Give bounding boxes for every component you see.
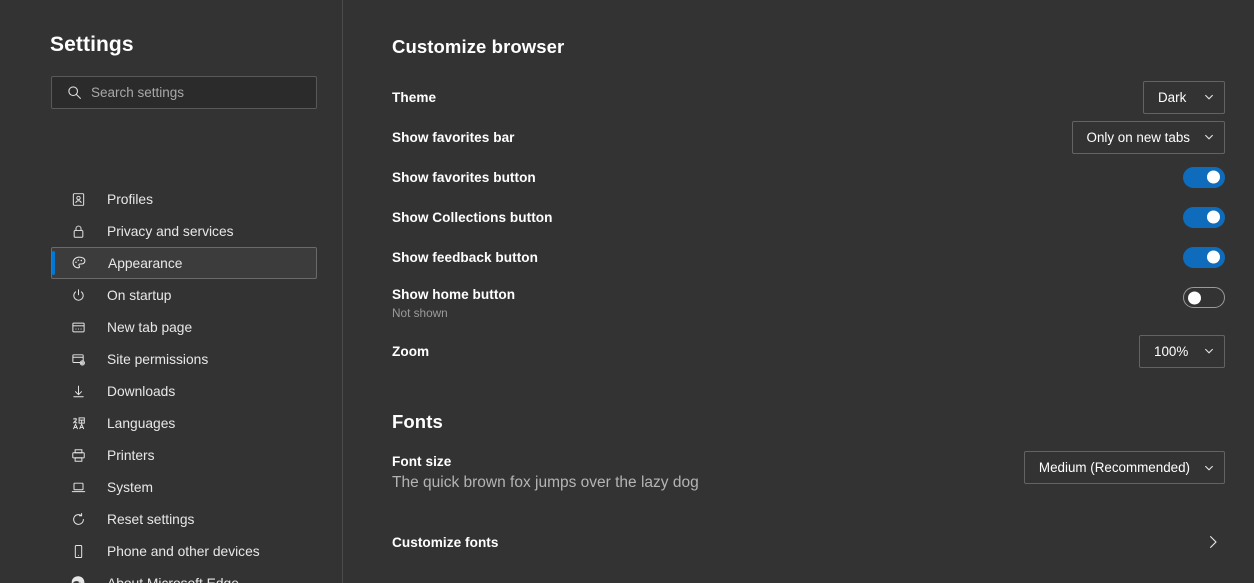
sidebar-item-languages[interactable]: Languages: [51, 407, 317, 439]
customize-fonts-label: Customize fonts: [392, 534, 499, 550]
sidebar-item-site-permissions[interactable]: Site permissions: [51, 343, 317, 375]
chevron-down-icon: [1203, 131, 1215, 143]
sidebar-item-new-tab-page[interactable]: New tab page: [51, 311, 317, 343]
home-button-toggle[interactable]: [1183, 287, 1225, 308]
new-tab-page-icon: [68, 317, 88, 337]
sidebar-item-profiles[interactable]: Profiles: [51, 183, 317, 215]
setting-row-home-button: Show home button Not shown: [392, 277, 1225, 329]
setting-label: Show home button: [392, 287, 516, 302]
sidebar-item-label: Reset settings: [107, 511, 195, 527]
setting-label: Show favorites bar: [392, 129, 515, 145]
font-size-sample-text: The quick brown fox jumps over the lazy …: [392, 474, 699, 491]
toggle-knob: [1207, 250, 1220, 264]
collections-button-toggle[interactable]: [1183, 206, 1225, 228]
system-icon: [68, 477, 88, 497]
profile-card-icon: [68, 189, 88, 209]
theme-dropdown[interactable]: Dark: [1143, 80, 1225, 114]
font-size-dropdown[interactable]: Medium (Recommended): [1023, 451, 1225, 484]
search-input[interactable]: Search settings: [51, 76, 317, 109]
sidebar-item-label: Profiles: [107, 191, 154, 207]
setting-label: Theme: [392, 89, 437, 105]
sidebar-item-label: Downloads: [107, 383, 176, 399]
toggle-knob: [1188, 291, 1201, 304]
setting-row-favorites-bar: Show favorites bar Only on new tabs: [392, 117, 1225, 157]
sidebar-item-privacy-and-services[interactable]: Privacy and services: [51, 215, 317, 247]
setting-row-favorites-button: Show favorites button: [392, 157, 1225, 197]
sidebar-item-phone-and-other-devices[interactable]: Phone and other devices: [51, 535, 317, 567]
printer-icon: [68, 445, 88, 465]
sidebar-item-label: On startup: [107, 287, 172, 303]
sidebar-item-label: New tab page: [107, 319, 193, 335]
toggle-knob: [1207, 170, 1220, 184]
search-icon: [60, 85, 88, 100]
setting-row-font-size: Font size The quick brown fox jumps over…: [392, 451, 1225, 508]
setting-label: Show feedback button: [392, 249, 539, 265]
chevron-down-icon: [1203, 345, 1215, 357]
sidebar-item-label: Privacy and services: [107, 223, 234, 239]
font-size-dropdown-value: Medium (Recommended): [1038, 460, 1190, 475]
sidebar-item-reset-settings[interactable]: Reset settings: [51, 503, 317, 535]
sidebar: Settings Search settings Profiles Privac…: [0, 0, 343, 583]
toggle-knob: [1207, 210, 1220, 224]
main-content: Customize browser Theme Dark Show favori…: [343, 0, 1254, 583]
setting-row-collections-button: Show Collections button: [392, 197, 1225, 237]
sidebar-item-label: Languages: [107, 415, 176, 431]
zoom-dropdown-value: 100%: [1154, 343, 1189, 359]
sidebar-item-appearance[interactable]: Appearance: [51, 247, 317, 279]
search-placeholder: Search settings: [91, 85, 185, 100]
theme-dropdown-value: Dark: [1158, 89, 1187, 105]
setting-row-feedback-button: Show feedback button: [392, 237, 1225, 277]
sidebar-item-printers[interactable]: Printers: [51, 439, 317, 471]
setting-label: Show Collections button: [392, 209, 553, 225]
languages-icon: [68, 413, 88, 433]
reset-icon: [68, 509, 88, 529]
setting-label: Font size: [392, 454, 452, 469]
sidebar-item-label: Phone and other devices: [107, 543, 260, 559]
site-permissions-icon: [68, 349, 88, 369]
lock-icon: [68, 221, 88, 241]
download-icon: [68, 381, 88, 401]
section-heading-fonts: Fonts: [392, 411, 443, 432]
setting-label: Show favorites button: [392, 169, 536, 185]
sidebar-item-label: Printers: [107, 447, 155, 463]
sidebar-item-about-microsoft-edge[interactable]: About Microsoft Edge: [51, 567, 317, 583]
feedback-button-toggle[interactable]: [1183, 246, 1225, 268]
sidebar-item-label: System: [107, 479, 153, 495]
setting-sublabel: Not shown: [392, 306, 448, 320]
sidebar-item-label: Site permissions: [107, 351, 209, 367]
favorites-bar-dropdown[interactable]: Only on new tabs: [1071, 120, 1225, 154]
chevron-right-icon: [1201, 530, 1225, 554]
sidebar-item-system[interactable]: System: [51, 471, 317, 503]
sidebar-item-downloads[interactable]: Downloads: [51, 375, 317, 407]
edge-logo-icon: [68, 573, 88, 583]
power-icon: [68, 285, 88, 305]
page-title: Settings: [50, 33, 134, 56]
setting-label: Zoom: [392, 343, 430, 359]
section-heading-customize-browser: Customize browser: [392, 36, 565, 57]
setting-row-theme: Theme Dark: [392, 77, 1225, 117]
sidebar-item-label: About Microsoft Edge: [107, 575, 239, 583]
favorites-bar-dropdown-value: Only on new tabs: [1086, 129, 1190, 145]
customize-fonts-row[interactable]: Customize fonts: [392, 520, 1225, 564]
chevron-down-icon: [1203, 462, 1215, 474]
phone-icon: [68, 541, 88, 561]
favorites-button-toggle[interactable]: [1183, 166, 1225, 188]
chevron-down-icon: [1203, 91, 1215, 103]
palette-icon: [69, 253, 89, 273]
settings-page: Settings Search settings Profiles Privac…: [0, 0, 1254, 583]
sidebar-item-on-startup[interactable]: On startup: [51, 279, 317, 311]
sidebar-nav: Profiles Privacy and services Appearance…: [51, 183, 317, 583]
zoom-dropdown[interactable]: 100%: [1139, 334, 1225, 368]
sidebar-item-label: Appearance: [108, 255, 183, 271]
setting-row-zoom: Zoom 100%: [392, 329, 1225, 373]
